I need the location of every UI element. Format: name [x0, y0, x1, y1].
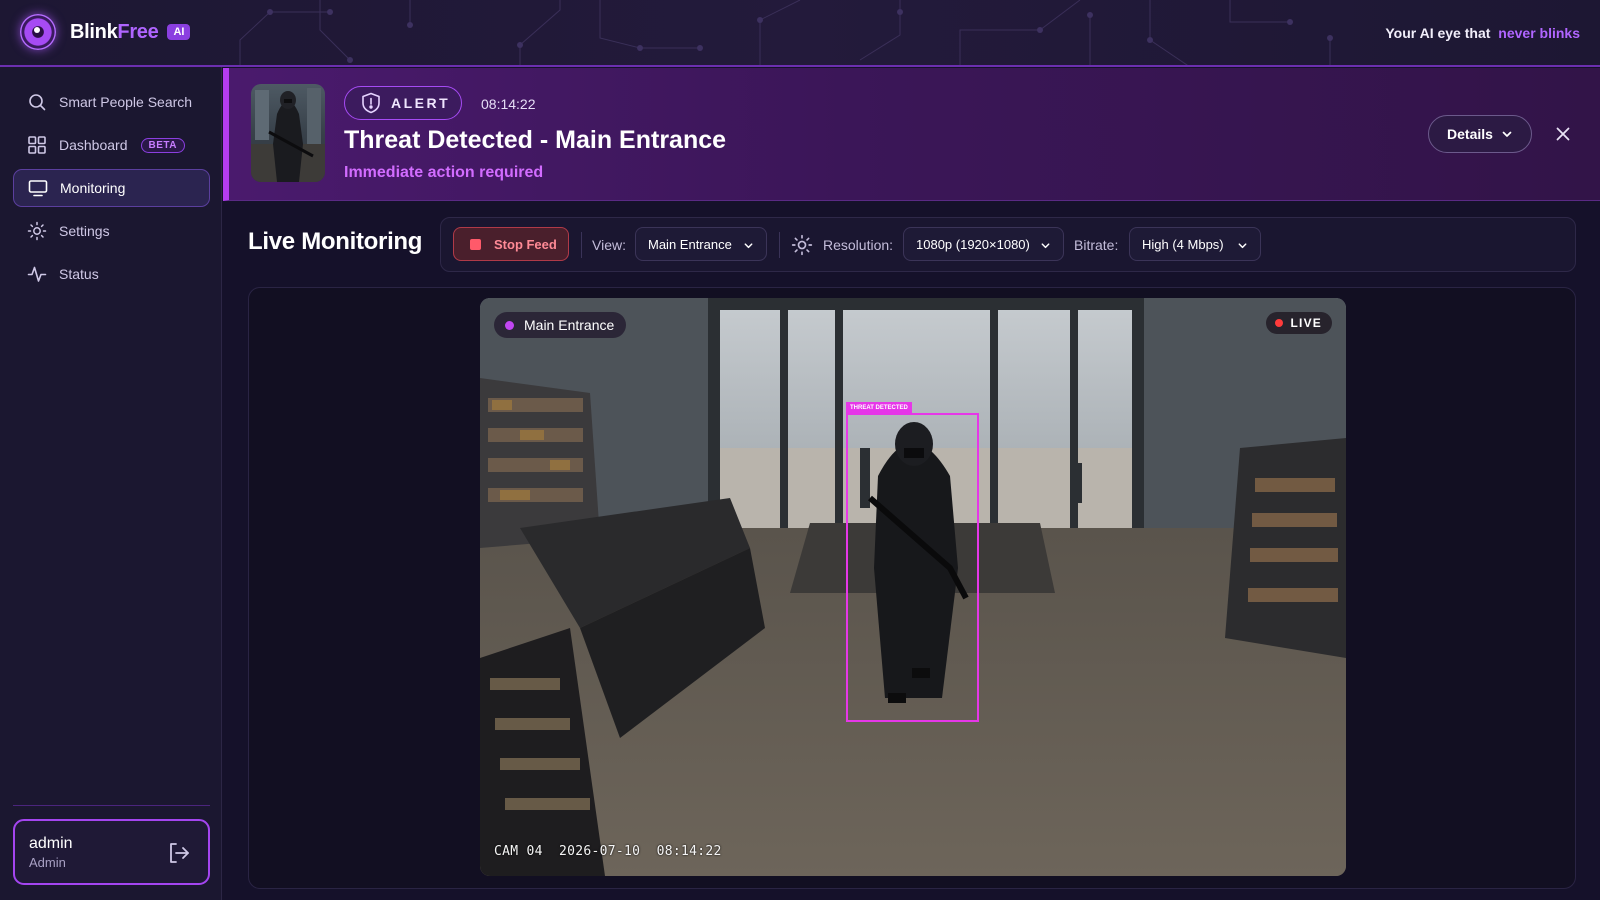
- user-card[interactable]: admin Admin: [13, 819, 210, 885]
- camera-status-dot: [505, 320, 514, 330]
- sidebar-item-label: Monitoring: [60, 180, 126, 196]
- alert-subtitle: Immediate action required: [344, 164, 544, 181]
- monitoring-toolbar: Stop Feed View: Main Entrance Resolution…: [440, 217, 1576, 272]
- sidebar-divider: [13, 805, 210, 806]
- chevron-down-icon: [1041, 243, 1050, 249]
- sidebar: Smart People Search Dashboard BETA Monit…: [0, 67, 222, 900]
- logout-icon[interactable]: [166, 840, 192, 866]
- alert-time: 08:14:22: [481, 96, 536, 112]
- sidebar-item-status[interactable]: Status: [13, 255, 210, 293]
- sidebar-item-dashboard[interactable]: Dashboard BETA: [13, 126, 210, 164]
- alert-pill: ALERT: [344, 86, 462, 120]
- stop-icon: [470, 238, 481, 250]
- sidebar-item-label: Smart People Search: [59, 94, 193, 110]
- sidebar-item-label: Settings: [59, 223, 110, 239]
- bitrate-select-value: High (4 Mbps): [1142, 236, 1224, 252]
- tagline-text: Your AI eye that: [1385, 25, 1491, 41]
- settings-sun-icon: [27, 221, 47, 241]
- live-badge: LIVE: [1265, 312, 1332, 334]
- tagline-highlight: never blinks: [1498, 25, 1580, 41]
- camera-name-label: Main Entrance: [494, 312, 627, 338]
- grid-icon: [27, 135, 47, 155]
- ai-badge: AI: [167, 24, 191, 40]
- beta-badge: BETA: [140, 137, 185, 153]
- camera-name: Main Entrance: [524, 317, 615, 333]
- brand-name: BlinkFree: [70, 20, 159, 44]
- resolution-select-value: 1080p (1920×1080): [916, 236, 1030, 252]
- toolbar-divider: [581, 232, 582, 258]
- settings-sun-icon: [791, 234, 813, 256]
- top-header: BlinkFree AI Your AI eye that never blin…: [0, 0, 1600, 67]
- search-icon: [27, 92, 47, 112]
- activity-icon: [27, 264, 47, 284]
- sidebar-item-label: Status: [59, 266, 99, 282]
- brand-name-part1: Blink: [70, 20, 118, 43]
- tagline: Your AI eye that never blinks: [1385, 25, 1580, 41]
- circuit-background: [239, 0, 1333, 65]
- alert-snapshot-thumbnail[interactable]: [251, 84, 325, 182]
- resolution-label: Resolution:: [823, 237, 894, 253]
- alert-title: Threat Detected - Main Entrance: [344, 126, 727, 154]
- threat-detected-tag: THREAT DETECTED: [846, 402, 912, 414]
- osd-date: 2026-07-10: [559, 844, 641, 859]
- bitrate-label: Bitrate:: [1074, 237, 1119, 253]
- chevron-down-icon: [1502, 131, 1512, 137]
- resolution-select[interactable]: 1080p (1920×1080): [903, 227, 1064, 261]
- threat-alert-banner: ALERT 08:14:22 Threat Detected - Main En…: [223, 68, 1600, 201]
- shield-alert-icon: [361, 92, 381, 114]
- view-label: View:: [592, 237, 626, 253]
- osd-time: 08:14:22: [656, 844, 722, 859]
- camera-osd-overlay: CAM 04 2026-07-10 08:14:22: [494, 844, 722, 859]
- toolbar-divider: [779, 232, 780, 258]
- sidebar-item-monitoring[interactable]: Monitoring: [13, 169, 210, 207]
- details-button[interactable]: Details: [1428, 115, 1532, 153]
- stop-feed-button[interactable]: Stop Feed: [453, 227, 569, 261]
- eye-logo-icon: [20, 14, 56, 50]
- threat-bounding-box: THREAT DETECTED: [846, 402, 979, 722]
- sidebar-item-label: Dashboard: [59, 137, 128, 153]
- sidebar-item-smart-people-search[interactable]: Smart People Search: [13, 83, 210, 121]
- live-dot: [1274, 319, 1283, 327]
- brand-logo[interactable]: BlinkFree AI: [20, 14, 191, 50]
- alert-pill-label: ALERT: [391, 95, 451, 111]
- view-select-value: Main Entrance: [648, 236, 732, 252]
- chevron-down-icon: [1238, 243, 1247, 249]
- monitor-icon: [28, 178, 48, 198]
- page-title: Live Monitoring: [248, 228, 423, 255]
- sidebar-item-settings[interactable]: Settings: [13, 212, 210, 250]
- view-select[interactable]: Main Entrance: [635, 227, 767, 261]
- close-icon[interactable]: [1551, 122, 1575, 146]
- details-label: Details: [1447, 126, 1493, 142]
- osd-camera-id: CAM 04: [494, 844, 543, 859]
- camera-feed[interactable]: Main Entrance LIVE THREAT DETECTED CAM 0…: [480, 298, 1346, 876]
- brand-name-part2: Free: [117, 20, 159, 43]
- stop-feed-label: Stop Feed: [494, 236, 557, 252]
- chevron-down-icon: [744, 243, 753, 249]
- bitrate-select[interactable]: High (4 Mbps): [1129, 227, 1261, 261]
- live-label: LIVE: [1290, 316, 1322, 330]
